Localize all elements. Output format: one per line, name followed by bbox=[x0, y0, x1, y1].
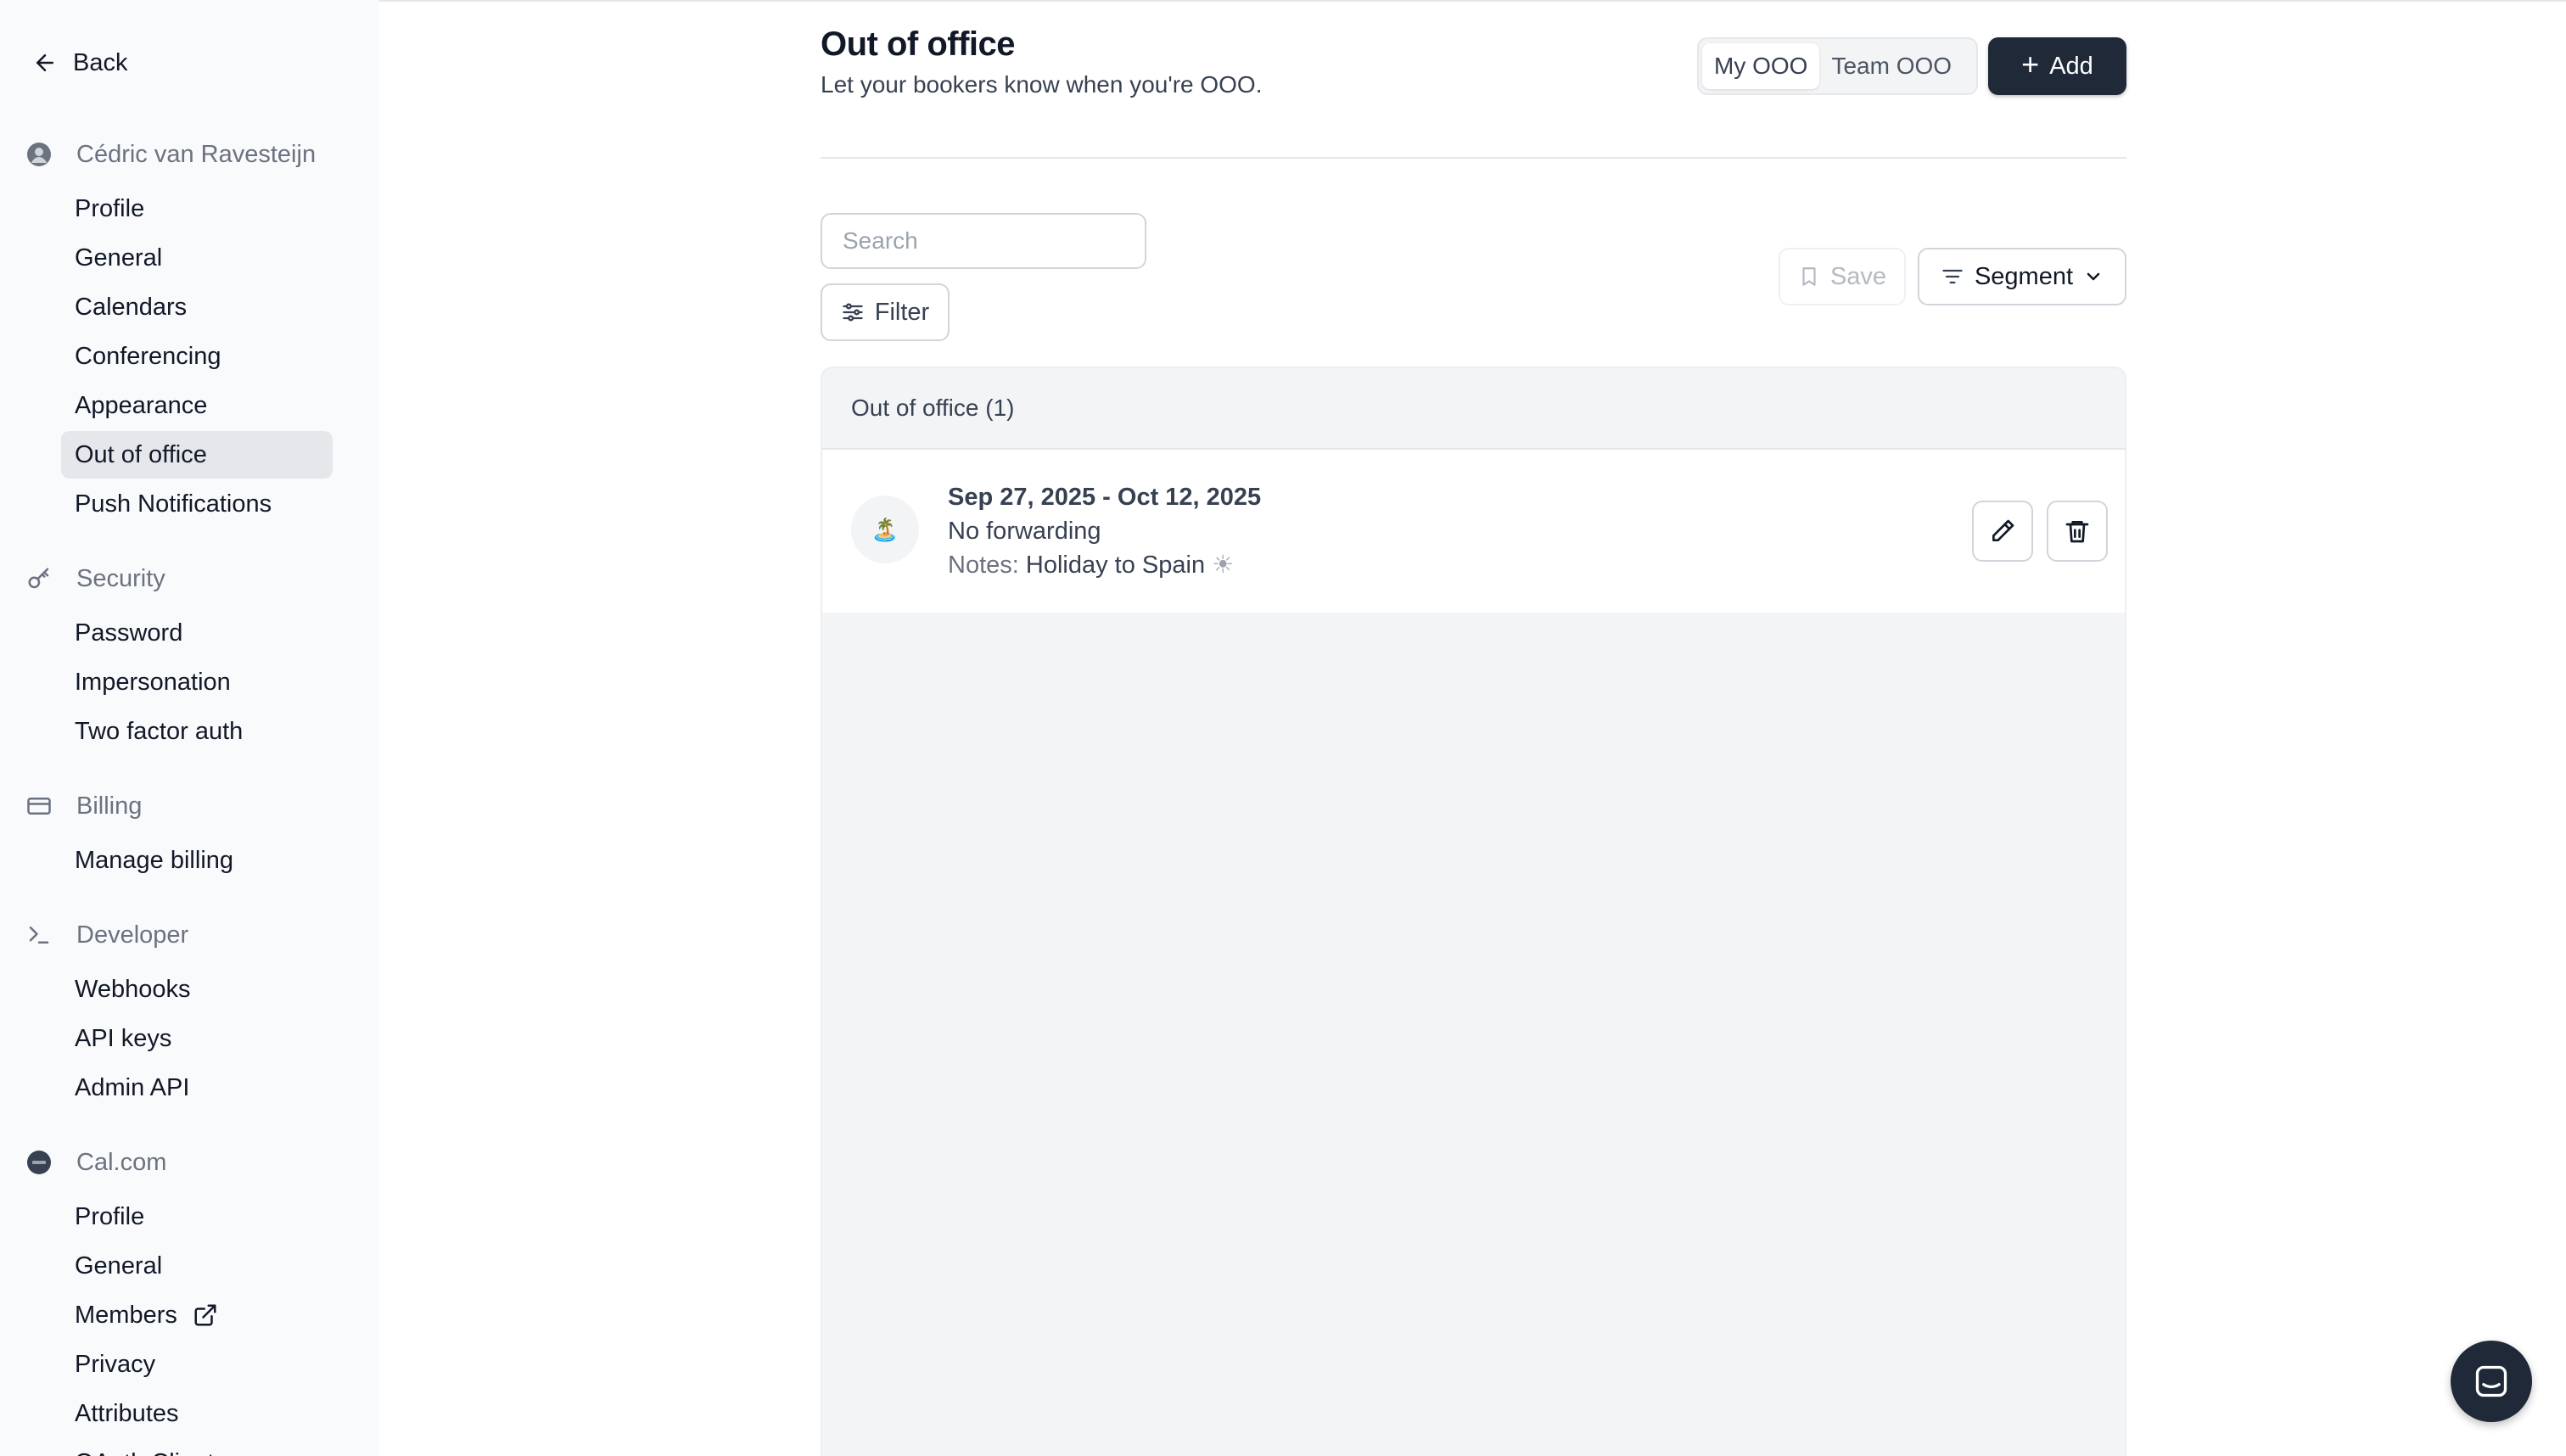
segment-dropdown[interactable]: Segment bbox=[1918, 248, 2126, 305]
segment-label: Segment bbox=[1974, 262, 2074, 290]
sliders-icon bbox=[843, 303, 863, 322]
search-input[interactable] bbox=[821, 213, 1146, 269]
sidebar-item-label: Webhooks bbox=[75, 975, 191, 1003]
group-title-billing: Billing bbox=[76, 792, 143, 820]
back-label: Back bbox=[73, 48, 128, 76]
sidebar-item-label: API keys bbox=[75, 1024, 172, 1052]
page-title: Out of office bbox=[821, 25, 1016, 63]
sidebar-item-org-profile[interactable]: Profile bbox=[61, 1193, 333, 1240]
add-button[interactable]: + Add bbox=[1988, 37, 2126, 95]
sidebar-item-members[interactable]: Members bbox=[61, 1291, 333, 1339]
sidebar-item-impersonation[interactable]: Impersonation bbox=[61, 658, 333, 706]
edit-button[interactable] bbox=[1972, 501, 2033, 562]
pencil-icon bbox=[1992, 519, 2014, 541]
terminal-icon bbox=[25, 921, 53, 949]
sidebar-item-label: Password bbox=[75, 619, 183, 647]
chat-icon bbox=[2475, 1365, 2507, 1397]
filter-button[interactable]: Filter bbox=[821, 283, 950, 341]
sidebar-item-label: General bbox=[75, 244, 163, 272]
group-title-developer: Developer bbox=[76, 921, 189, 949]
notes-label: Notes: bbox=[948, 552, 1019, 579]
sidebar-item-label: Profile bbox=[75, 194, 145, 222]
settings-sidebar: Back Cédric van Ravesteijn Profile Gener… bbox=[0, 0, 379, 1456]
toggle-team-ooo[interactable]: Team OOO bbox=[1819, 43, 1964, 89]
sidebar-item-label: Appearance bbox=[75, 391, 208, 419]
sidebar-item-profile[interactable]: Profile bbox=[61, 185, 333, 232]
ooo-entry-details: Sep 27, 2025 - Oct 12, 2025 No forwardin… bbox=[948, 480, 1261, 582]
save-segment-button[interactable]: Save bbox=[1779, 248, 1906, 305]
sidebar-item-conferencing[interactable]: Conferencing bbox=[61, 333, 333, 380]
ooo-entry-row: 🏝️ Sep 27, 2025 - Oct 12, 2025 No forwar… bbox=[822, 450, 2125, 613]
credit-card-icon bbox=[25, 792, 53, 820]
toggle-my-ooo[interactable]: My OOO bbox=[1702, 43, 1820, 89]
arrow-left-icon bbox=[36, 54, 53, 71]
back-button[interactable]: Back bbox=[32, 44, 127, 81]
sidebar-item-label: Privacy bbox=[75, 1350, 156, 1378]
sidebar-item-webhooks[interactable]: Webhooks bbox=[61, 966, 333, 1013]
group-title-organization: Cal.com bbox=[76, 1148, 167, 1176]
sidebar-group-developer: Developer bbox=[25, 916, 188, 954]
save-label: Save bbox=[1829, 262, 1887, 290]
sidebar-item-api-keys[interactable]: API keys bbox=[61, 1015, 333, 1062]
header-divider bbox=[821, 157, 2126, 159]
sun-icon: ☀ bbox=[1212, 552, 1235, 579]
sidebar-item-label: OAuth Clients bbox=[75, 1449, 227, 1456]
sidebar-group-security: Security bbox=[25, 560, 165, 597]
chevron-down-icon bbox=[2087, 272, 2100, 281]
sidebar-item-org-general[interactable]: General bbox=[61, 1242, 333, 1290]
key-icon bbox=[25, 565, 53, 592]
sidebar-item-attributes[interactable]: Attributes bbox=[61, 1390, 333, 1437]
sidebar-item-oauth-clients[interactable]: OAuth Clients bbox=[61, 1439, 333, 1456]
org-logo bbox=[25, 1149, 53, 1176]
notes-text: Holiday to Spain bbox=[1025, 552, 1206, 579]
plus-icon: + bbox=[2021, 47, 2040, 81]
sidebar-item-label: Out of office bbox=[75, 440, 207, 468]
sidebar-item-label: General bbox=[75, 1252, 163, 1280]
sidebar-item-calendars[interactable]: Calendars bbox=[61, 283, 333, 331]
sidebar-group-billing: Billing bbox=[25, 787, 142, 825]
group-title-security: Security bbox=[76, 564, 165, 592]
table-header: Out of office (1) bbox=[822, 368, 2125, 450]
ooo-notes: Notes: Holiday to Spain ☀ bbox=[948, 548, 1261, 582]
sidebar-group-user: Cédric van Ravesteijn bbox=[25, 136, 316, 173]
page-subtitle: Let your bookers know when you're OOO. bbox=[821, 71, 1263, 98]
sidebar-item-label: Two factor auth bbox=[75, 717, 244, 745]
sidebar-item-label: Conferencing bbox=[75, 342, 221, 370]
sidebar-item-label: Calendars bbox=[75, 293, 188, 321]
sidebar-group-organization: Cal.com bbox=[25, 1144, 166, 1181]
sidebar-item-label: Push Notifications bbox=[75, 490, 272, 518]
group-title-user: Cédric van Ravesteijn bbox=[76, 140, 317, 168]
sidebar-item-push-notifications[interactable]: Push Notifications bbox=[61, 480, 333, 528]
sidebar-item-manage-billing[interactable]: Manage billing bbox=[61, 837, 333, 884]
sidebar-item-label: Attributes bbox=[75, 1399, 179, 1427]
sidebar-item-password[interactable]: Password bbox=[61, 609, 333, 657]
sidebar-item-appearance[interactable]: Appearance bbox=[61, 382, 333, 429]
ooo-scope-toggle: My OOO Team OOO bbox=[1697, 37, 1978, 95]
sidebar-item-privacy[interactable]: Privacy bbox=[61, 1341, 333, 1388]
sidebar-item-out-of-office[interactable]: Out of office bbox=[61, 431, 333, 479]
sidebar-item-two-factor-auth[interactable]: Two factor auth bbox=[61, 708, 333, 755]
sidebar-item-label: Admin API bbox=[75, 1073, 190, 1101]
sidebar-item-label: Impersonation bbox=[75, 668, 231, 696]
sidebar-item-admin-api[interactable]: Admin API bbox=[61, 1064, 333, 1112]
sidebar-item-label: Manage billing bbox=[75, 846, 234, 874]
island-icon: 🏝️ bbox=[851, 496, 919, 563]
add-label: Add bbox=[2049, 52, 2093, 80]
sidebar-item-label: Members bbox=[75, 1301, 177, 1329]
sidebar-item-general[interactable]: General bbox=[61, 234, 333, 282]
filter-lines-icon bbox=[1942, 269, 1963, 284]
ooo-date-range: Sep 27, 2025 - Oct 12, 2025 bbox=[948, 484, 1262, 511]
support-chat-button[interactable] bbox=[2451, 1341, 2532, 1422]
filter-label: Filter bbox=[874, 298, 930, 326]
bookmark-icon bbox=[1802, 267, 1816, 286]
ooo-table: Out of office (1) 🏝️ Sep 27, 2025 - Oct … bbox=[821, 367, 2126, 1456]
delete-button[interactable] bbox=[2047, 501, 2108, 562]
user-avatar bbox=[25, 141, 53, 168]
trash-icon bbox=[2065, 521, 2089, 543]
main-content: Out of office Let your bookers know when… bbox=[379, 0, 2566, 1456]
ooo-forwarding: No forwarding bbox=[948, 518, 1101, 545]
sidebar-item-label: Profile bbox=[75, 1202, 145, 1230]
external-link-icon bbox=[194, 1304, 216, 1326]
